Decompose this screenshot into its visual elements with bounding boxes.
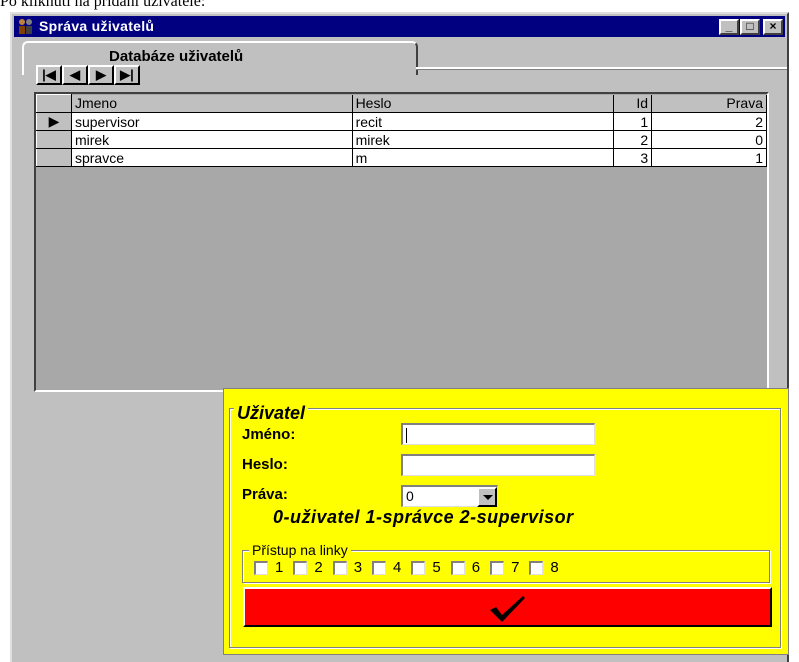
minimize-icon: _	[725, 19, 733, 33]
first-record-button[interactable]: |◀	[36, 65, 62, 85]
user-form-panel: Uživatel Jméno: Heslo: Práva: 0 0-uživat…	[223, 388, 789, 655]
prev-record-button[interactable]: ◀	[62, 65, 88, 85]
maximize-icon: □	[746, 19, 754, 33]
cell-heslo[interactable]: mirek	[352, 130, 615, 149]
prava-label: Práva:	[242, 486, 288, 503]
cell-prava[interactable]: 0	[651, 130, 767, 149]
checkbox-box[interactable]	[372, 560, 387, 575]
cell-prava[interactable]: 2	[651, 112, 767, 131]
minimize-button[interactable]: _	[719, 19, 739, 35]
people-icon	[19, 19, 32, 34]
cell-id[interactable]: 2	[613, 130, 653, 149]
cell-heslo[interactable]: recit	[352, 112, 615, 131]
checkbox-label: 6	[471, 559, 481, 576]
rights-legend: 0-uživatel 1-správce 2-supervisor	[273, 507, 574, 527]
line-checkbox-6[interactable]: 6	[450, 559, 481, 576]
row-indicator: ▶	[36, 112, 72, 131]
prev-icon: ◀	[70, 67, 80, 82]
users-table: Jmeno Heslo Id Prava ▶ supervisor recit …	[36, 94, 767, 167]
tab-divider	[416, 67, 787, 70]
record-navigator: |◀ ◀ ▶ ▶|	[36, 65, 140, 85]
checkbox-label: 5	[432, 559, 441, 576]
col-jmeno[interactable]: Jmeno	[71, 94, 353, 113]
close-icon: ×	[769, 19, 777, 33]
checkbox-label: 8	[550, 559, 559, 576]
checkbox-box[interactable]	[332, 560, 347, 575]
jmeno-input[interactable]	[401, 423, 595, 445]
cell-id[interactable]: 3	[613, 148, 653, 167]
jmeno-label: Jméno:	[242, 426, 296, 443]
cell-prava[interactable]: 1	[651, 148, 767, 167]
table-row[interactable]: mirek mirek 2 0	[36, 130, 767, 149]
heslo-label: Heslo:	[242, 456, 288, 473]
last-record-button[interactable]: ▶|	[114, 65, 140, 85]
checkbox-label: 4	[393, 559, 402, 576]
checkbox-box[interactable]	[450, 560, 465, 575]
cell-jmeno[interactable]: mirek	[71, 130, 353, 149]
line-checkbox-1[interactable]: 1	[254, 559, 283, 576]
checkbox-label: 3	[353, 559, 363, 576]
lines-checkboxes: 1 2 3 4 5 6 7 8	[254, 559, 569, 576]
line-checkbox-8[interactable]: 8	[529, 559, 559, 576]
checkbox-label: 2	[314, 559, 323, 576]
checkbox-label: 1	[275, 559, 284, 576]
maximize-button[interactable]: □	[740, 19, 760, 35]
line-checkbox-7[interactable]: 7	[490, 559, 519, 576]
row-indicator	[36, 130, 72, 149]
title-bar[interactable]: Správa uživatelů _ □ ×	[14, 16, 785, 37]
user-group-title: Uživatel	[234, 403, 309, 424]
line-checkbox-4[interactable]: 4	[372, 559, 401, 576]
cell-jmeno[interactable]: spravce	[71, 148, 353, 167]
col-prava[interactable]: Prava	[651, 94, 767, 113]
lines-group-title: Přístup na linky	[249, 542, 351, 558]
checkbox-box[interactable]	[293, 560, 308, 575]
checkbox-box[interactable]	[490, 560, 505, 575]
chevron-down-icon[interactable]	[477, 487, 497, 507]
first-icon: |◀	[42, 67, 56, 82]
col-heslo[interactable]: Heslo	[352, 94, 615, 113]
last-icon: ▶|	[120, 67, 134, 82]
indicator-header	[36, 94, 72, 113]
table-row[interactable]: spravce m 3 1	[36, 148, 767, 167]
next-record-button[interactable]: ▶	[88, 65, 114, 85]
col-id[interactable]: Id	[613, 94, 653, 113]
line-checkbox-2[interactable]: 2	[293, 559, 323, 576]
header-row: Jmeno Heslo Id Prava	[36, 94, 767, 113]
heslo-input[interactable]	[401, 454, 595, 476]
prava-select[interactable]: 0	[401, 485, 498, 507]
users-grid[interactable]: Jmeno Heslo Id Prava ▶ supervisor recit …	[34, 92, 769, 392]
checkbox-box[interactable]	[254, 560, 268, 575]
row-indicator	[36, 148, 72, 167]
tab-label: Databáze uživatelů	[109, 48, 244, 65]
current-row-icon: ▶	[48, 113, 60, 129]
next-icon: ▶	[96, 67, 106, 82]
table-row[interactable]: ▶ supervisor recit 1 2	[36, 112, 767, 131]
checkbox-label: 7	[511, 559, 520, 576]
line-checkbox-3[interactable]: 3	[332, 559, 363, 576]
prava-value: 0	[406, 488, 414, 504]
confirm-button[interactable]	[243, 587, 772, 627]
checkbox-box[interactable]	[411, 560, 426, 575]
cell-heslo[interactable]: m	[352, 148, 615, 167]
line-checkbox-5[interactable]: 5	[411, 559, 441, 576]
checkmark-icon	[490, 596, 525, 622]
cell-jmeno[interactable]: supervisor	[71, 112, 353, 131]
cell-id[interactable]: 1	[613, 112, 653, 131]
close-button[interactable]: ×	[763, 19, 783, 35]
text-caret	[406, 427, 407, 443]
checkbox-box[interactable]	[529, 560, 544, 575]
page-caption: Po kliknutí na přidání uživatele:	[0, 0, 206, 10]
window-title: Správa uživatelů	[39, 18, 155, 34]
